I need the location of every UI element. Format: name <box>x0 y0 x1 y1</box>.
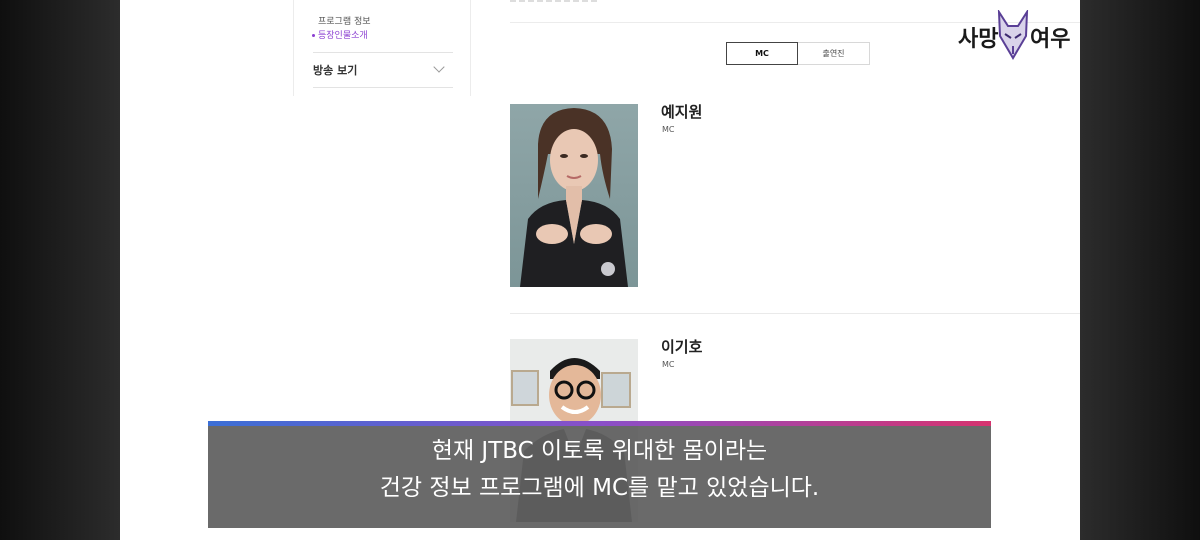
divider <box>313 52 453 53</box>
person-photo[interactable] <box>510 104 638 287</box>
person-name[interactable]: 예지원 <box>661 101 702 122</box>
cast-tabs: MC 출연진 <box>726 42 870 65</box>
background-left <box>0 0 120 540</box>
person-role: MC <box>662 125 675 134</box>
section-title-cropped <box>510 0 600 2</box>
tab-mc[interactable]: MC <box>726 42 798 65</box>
channel-logo: 사망 여우 <box>956 10 1072 60</box>
portrait-image <box>520 108 628 287</box>
sidebar-menu-watch-label: 방송 보기 <box>313 64 358 77</box>
tab-cast[interactable]: 출연진 <box>798 42 870 65</box>
subtitle-accent-bar <box>208 421 991 426</box>
person-name[interactable]: 이기호 <box>661 336 702 357</box>
divider <box>313 87 453 88</box>
background-right <box>1080 0 1200 540</box>
logo-text-right: 여우 <box>1030 27 1071 52</box>
sidebar-item-program-info[interactable]: 프로그램 정보 <box>318 14 371 27</box>
divider <box>510 313 1080 314</box>
sidebar-item-characters-label: 등장인물소개 <box>318 31 368 41</box>
person-role: MC <box>662 360 675 369</box>
logo-text-left: 사망 <box>958 27 999 52</box>
subtitle-line-1: 현재 JTBC 이토록 위대한 몸이라는 <box>431 438 768 464</box>
chevron-down-icon <box>433 61 445 73</box>
sidebar-item-characters[interactable]: 등장인물소개 <box>312 28 368 41</box>
subtitle-caption: 현재 JTBC 이토록 위대한 몸이라는 건강 정보 프로그램에 MC를 맡고 … <box>208 421 991 528</box>
sidebar-menu-watch[interactable]: 방송 보기 <box>313 60 453 80</box>
subtitle-line-2: 건강 정보 프로그램에 MC를 맡고 있었습니다. <box>379 475 820 501</box>
fox-icon <box>997 10 1029 60</box>
active-dot-icon <box>312 34 315 37</box>
